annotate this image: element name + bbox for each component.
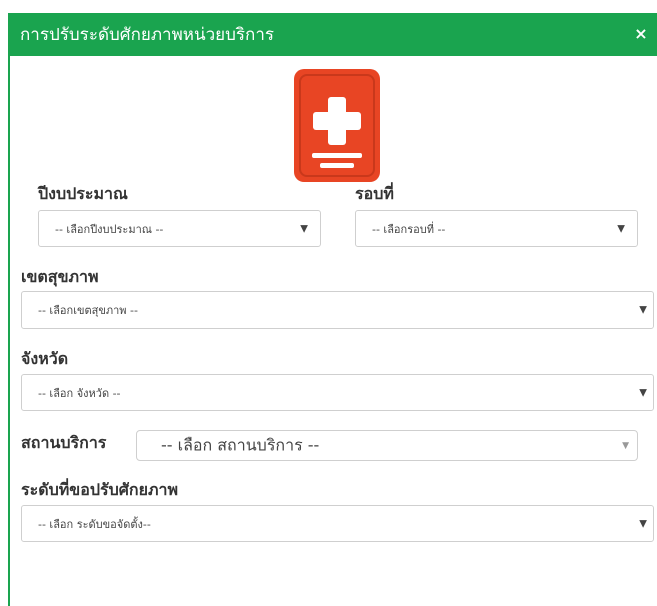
round-label: รอบที่ [355,184,394,203]
service-unit-value: -- เลือก สถานบริการ -- [161,435,320,454]
health-region-label: เขตสุขภาพ [21,267,99,286]
chevron-down-icon: ▼ [639,387,647,398]
close-icon[interactable]: × [631,22,651,46]
modal-dialog: การปรับระดับศักยภาพหน่วยบริการ × ปีงบประ… [0,0,657,606]
province-label: จังหวัด [21,349,69,368]
service-unit-select[interactable]: -- เลือก สถานบริการ -- ▼ [136,430,638,461]
requested-level-label: ระดับที่ขอปรับศักยภาพ [21,480,179,499]
budget-year-select[interactable]: -- เลือกปีงบประมาณ -- ▼ [38,210,321,247]
modal-border [8,56,10,606]
chevron-down-icon: ▼ [622,440,629,451]
chevron-down-icon: ▼ [639,518,647,529]
round-value: -- เลือกรอบที่ -- [372,222,446,236]
service-unit-label: สถานบริการ [21,433,107,452]
health-region-value: -- เลือกเขตสุขภาพ -- [38,304,138,317]
budget-year-label: ปีงบประมาณ [38,184,128,203]
round-select[interactable]: -- เลือกรอบที่ -- ▼ [355,210,638,247]
chevron-down-icon: ▼ [300,223,308,234]
medical-book-icon [294,69,380,182]
modal-title: การปรับระดับศักยภาพหน่วยบริการ [20,25,275,45]
requested-level-select[interactable]: -- เลือก ระดับขอจัดตั้ง-- ▼ [21,505,654,542]
budget-year-value: -- เลือกปีงบประมาณ -- [55,222,164,236]
chevron-down-icon: ▼ [617,223,625,234]
province-value: -- เลือก จังหวัด -- [38,386,121,400]
modal-header: การปรับระดับศักยภาพหน่วยบริการ × [8,13,657,56]
province-select[interactable]: -- เลือก จังหวัด -- ▼ [21,374,654,411]
requested-level-value: -- เลือก ระดับขอจัดตั้ง-- [38,517,151,531]
chevron-down-icon: ▼ [639,304,647,316]
health-region-select[interactable]: -- เลือกเขตสุขภาพ -- ▼ [21,291,654,329]
